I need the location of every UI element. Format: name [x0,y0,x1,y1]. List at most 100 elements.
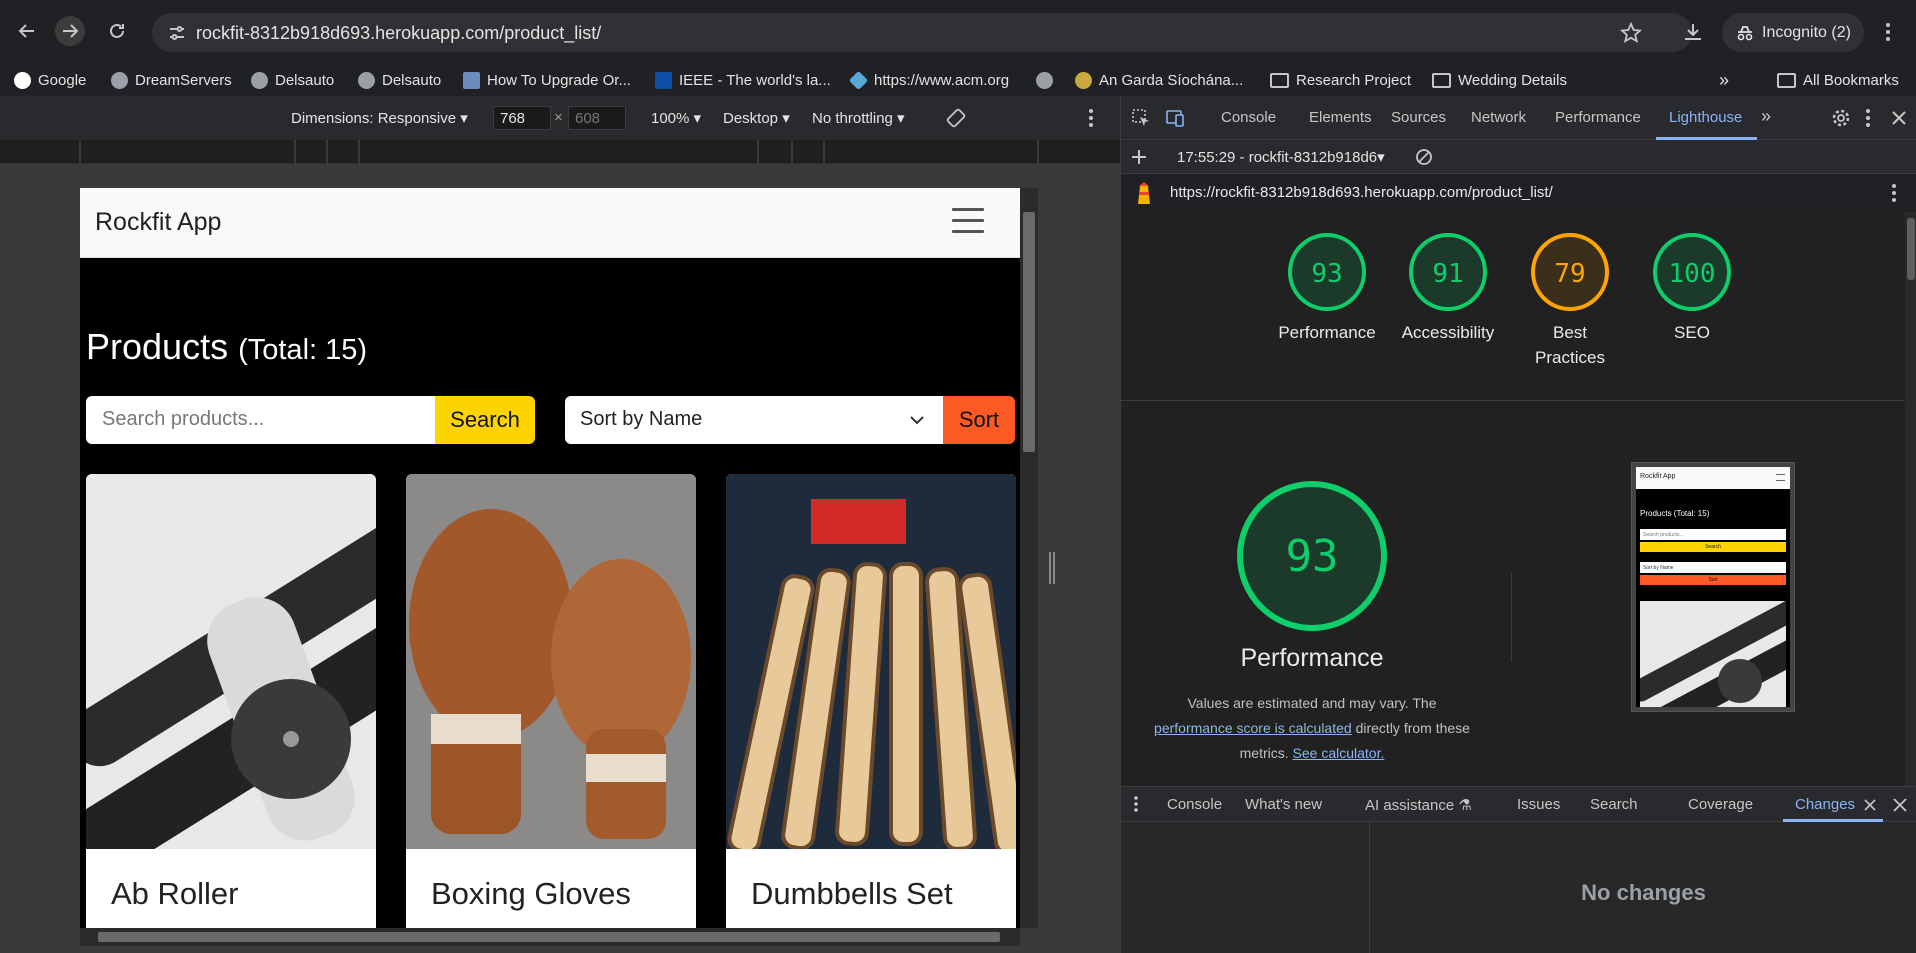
device-options-icon[interactable] [1088,108,1094,128]
page-horizontal-scrollbar[interactable] [80,928,1020,946]
bookmark-label: DreamServers [135,71,232,89]
settings-gear-icon[interactable] [1831,108,1851,128]
globe-icon [251,71,268,89]
bookmark-delsauto[interactable]: Delsauto [251,69,334,91]
rotate-icon[interactable] [945,107,967,129]
lighthouse-logo-icon [1138,182,1150,204]
bookmark-wedding-details[interactable]: Wedding Details [1432,69,1567,91]
gauge-seo[interactable]: 100 SEO [1632,232,1752,345]
ai-assistance-label: AI assistance [1365,797,1455,814]
tab-performance[interactable]: Performance [1555,109,1641,126]
clear-icon[interactable] [1415,148,1433,166]
bookmark-upgrade[interactable]: How To Upgrade Or... [463,69,631,91]
back-arrow-icon [18,24,34,38]
boxing-gloves-image [406,474,696,849]
scrollbar-thumb[interactable] [98,932,1000,942]
drawer-menu-icon[interactable] [1133,795,1139,813]
preview-search-input: Search products... [1640,529,1786,540]
more-bookmarks-chevron-icon[interactable]: » [1719,69,1729,91]
drawer-tab-search[interactable]: Search [1590,796,1638,813]
bookmark-acm[interactable]: https://www.acm.org [848,69,1009,91]
tab-network[interactable]: Network [1471,109,1526,126]
close-devtools-icon[interactable] [1891,110,1907,126]
tab-elements[interactable]: Elements [1309,109,1372,126]
star-icon[interactable] [1620,22,1642,44]
bookmark-globe[interactable] [1036,69,1053,91]
scrollbar-thumb[interactable] [1023,212,1035,452]
drawer-tab-whats-new[interactable]: What's new [1245,796,1322,813]
inspect-element-icon[interactable] [1131,108,1151,128]
drawer-tab-console[interactable]: Console [1167,796,1222,813]
hamburger-menu-icon[interactable] [952,208,984,234]
product-card-ab-roller[interactable]: Ab Roller [86,474,376,928]
tab-lighthouse[interactable]: Lighthouse [1669,109,1742,126]
product-card-dumbbells-set[interactable]: Dumbbells Set [726,474,1016,928]
forward-button[interactable] [55,16,85,46]
scrollbar-thumb[interactable] [1907,218,1915,280]
zoom-label: 100% [651,110,690,127]
see-calculator-link[interactable]: See calculator. [1293,745,1385,761]
drawer-tab-coverage[interactable]: Coverage [1688,796,1753,813]
incognito-button[interactable]: Incognito (2) [1722,13,1864,52]
gauge-accessibility[interactable]: 91 Accessibility [1388,232,1508,345]
folder-icon [1270,72,1289,88]
resize-handle[interactable] [1049,552,1055,584]
url-text: rockfit-8312b918d693.herokuapp.com/produ… [196,23,602,43]
product-card-boxing-gloves[interactable]: Boxing Gloves [406,474,696,928]
products-heading: Products [86,326,229,367]
tab-console[interactable]: Console [1221,109,1276,126]
width-input[interactable]: 768 [493,106,551,130]
report-scrollbar[interactable] [1905,212,1916,786]
dimensions-dropdown[interactable]: Dimensions: Responsive ▾ [291,109,468,127]
report-url[interactable]: https://rockfit-8312b918d693.herokuapp.c… [1170,184,1553,201]
gauge-performance[interactable]: 93 Performance [1267,232,1387,345]
all-bookmarks[interactable]: All Bookmarks [1777,69,1899,91]
throttling-dropdown[interactable]: No throttling ▾ [812,109,905,127]
bookmark-label: Google [38,71,87,89]
height-input[interactable]: 608 [568,106,626,130]
bookmark-dreamservers[interactable]: DreamServers [111,69,232,91]
sort-button[interactable]: Sort [943,396,1015,444]
zoom-dropdown[interactable]: 100% ▾ [651,109,701,127]
drawer-tab-issues[interactable]: Issues [1517,796,1560,813]
tab-sources[interactable]: Sources [1391,109,1446,126]
search-button[interactable]: Search [435,396,535,444]
sort-select[interactable]: Sort by Name [565,396,945,444]
bookmark-delsauto-2[interactable]: Delsauto [358,69,441,91]
score-calculated-link[interactable]: performance score is calculated [1154,720,1352,736]
drawer-tab-ai-assistance[interactable]: AI assistance ⚗ [1365,796,1472,814]
ruler-ticks [79,140,1039,164]
bookmark-label: IEEE - The world's la... [679,71,831,89]
preview-search-button: Search [1640,542,1786,552]
address-bar[interactable]: rockfit-8312b918d693.herokuapp.com/produ… [152,13,1692,52]
drawer-tab-changes[interactable]: Changes [1795,796,1855,813]
close-tab-icon[interactable] [1864,799,1876,811]
drawer-tabbar: Console What's new AI assistance ⚗ Issue… [1121,786,1916,822]
chrome-menu-icon[interactable] [1884,21,1892,43]
plus-icon[interactable] [1131,149,1147,165]
bookmark-ieee[interactable]: IEEE - The world's la... [655,69,831,91]
report-selector[interactable]: 17:55:29 - rockfit-8312b918d6▾ [1177,148,1385,166]
app-brand[interactable]: Rockfit App [95,208,221,237]
device-type-dropdown[interactable]: Desktop ▾ [723,109,790,127]
reload-button[interactable] [102,16,132,46]
download-icon[interactable] [1682,21,1704,43]
page-vertical-scrollbar[interactable] [1020,188,1038,928]
preview-brand: Rockfit App [1640,473,1676,480]
site-info-icon[interactable] [168,24,186,42]
close-drawer-icon[interactable] [1893,798,1907,812]
devtools-menu-icon[interactable] [1865,108,1871,128]
device-toggle-icon[interactable] [1165,108,1185,128]
search-input[interactable]: Search products... [86,396,436,444]
page-title: Products (Total: 15) [86,326,367,368]
bookmark-google[interactable]: Google [14,69,86,91]
report-menu-icon[interactable] [1891,183,1897,203]
bookmark-research-project[interactable]: Research Project [1270,69,1411,91]
preview-product-image [1640,601,1786,707]
bookmark-garda[interactable]: An Garda Síochána... [1075,69,1243,91]
page-screenshot-preview[interactable]: Rockfit App Products (Total: 15) Search … [1631,462,1795,712]
gauge-best-practices[interactable]: 79 Best Practices [1510,232,1630,370]
back-button[interactable] [12,16,42,46]
more-tabs-chevron-icon[interactable]: » [1761,106,1771,127]
preview-page: Rockfit App Products (Total: 15) Search … [1636,467,1790,707]
